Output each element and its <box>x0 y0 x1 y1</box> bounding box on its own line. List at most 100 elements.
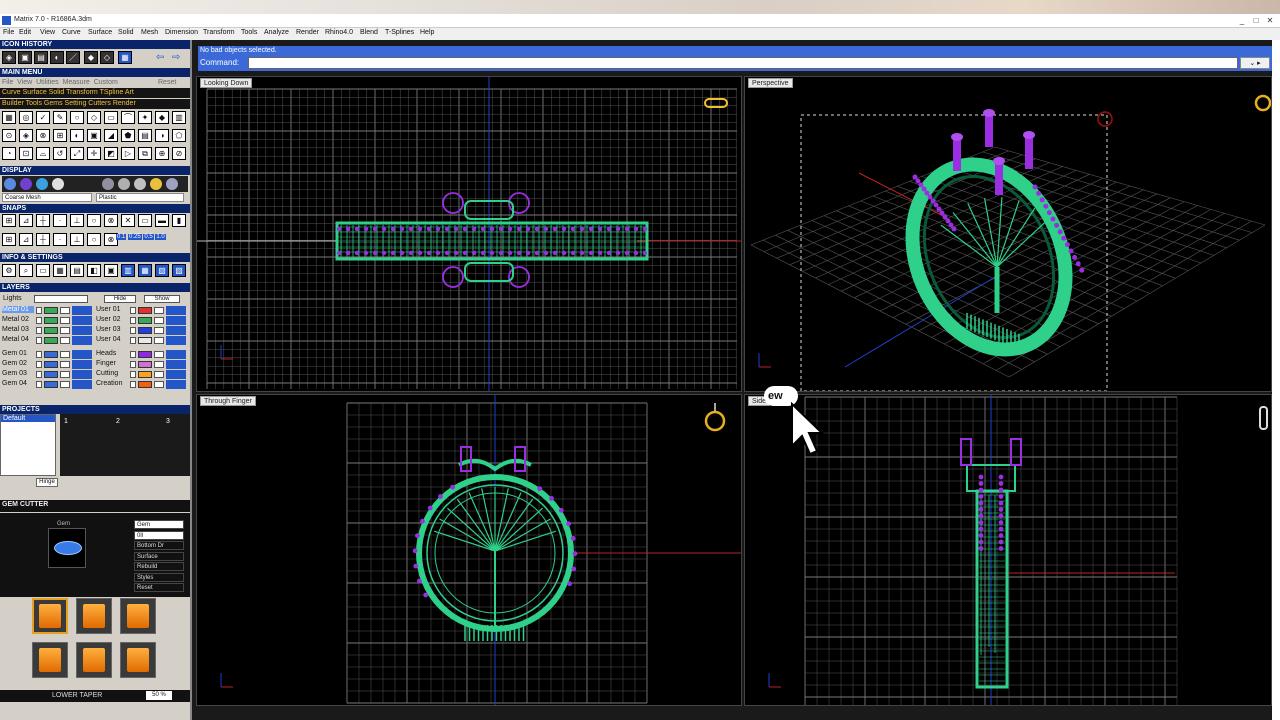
layer-visibility-icon[interactable] <box>166 326 186 335</box>
history-icon-1[interactable]: ◈ <box>2 51 16 64</box>
tool-icon[interactable]: ○ <box>70 111 84 124</box>
layer-row-metal-04[interactable]: Metal 04 <box>2 336 94 345</box>
layer-lock-icon[interactable] <box>60 307 70 314</box>
gold-sphere-icon[interactable] <box>150 178 162 190</box>
layer-name[interactable]: Metal 03 <box>2 326 34 333</box>
tool-icon[interactable]: ⤢ <box>70 147 84 160</box>
layer-name[interactable]: Gem 01 <box>2 350 34 357</box>
wire-sphere-icon[interactable] <box>52 178 64 190</box>
layer-lock-icon[interactable] <box>154 307 164 314</box>
snap-val-4[interactable]: 1.0 <box>155 234 166 240</box>
snap-val-2[interactable]: 0.25 <box>128 234 142 240</box>
history-back-icon[interactable]: ⇦ <box>156 52 164 63</box>
layer-row-cutting[interactable]: Cutting <box>96 370 188 379</box>
layer-row-user-04[interactable]: User 04 <box>96 336 188 345</box>
layer-row-user-01[interactable]: User 01 <box>96 306 188 315</box>
layer-visibility-icon[interactable] <box>166 370 186 379</box>
layer-visibility-icon[interactable] <box>72 316 92 325</box>
cat-curve[interactable]: Curve <box>2 89 21 96</box>
cat-tools[interactable]: Tools <box>26 100 42 107</box>
layer-name[interactable]: Metal 01 <box>2 306 34 313</box>
menu-help[interactable]: Help <box>420 29 434 36</box>
tool-icon[interactable]: ⬠ <box>172 129 186 142</box>
tool-icon[interactable]: ⌒ <box>121 111 135 124</box>
layer-lock-icon[interactable] <box>60 351 70 358</box>
project-slot-1[interactable]: 1 <box>64 418 68 425</box>
layer-lock-icon[interactable] <box>154 381 164 388</box>
layer-visibility-icon[interactable] <box>166 306 186 315</box>
layer-visibility-icon[interactable] <box>72 306 92 315</box>
layer-color-swatch[interactable] <box>138 381 152 388</box>
cat-render[interactable]: Render <box>113 100 136 107</box>
layer-name[interactable]: User 01 <box>96 306 128 313</box>
layer-name[interactable]: User 02 <box>96 316 128 323</box>
layer-toggle[interactable] <box>36 381 42 388</box>
menu-file[interactable]: File <box>3 29 14 36</box>
layer-visibility-icon[interactable] <box>72 350 92 359</box>
layer-toggle[interactable] <box>130 317 136 324</box>
layer-color-swatch[interactable] <box>138 327 152 334</box>
layer-color-swatch[interactable] <box>138 361 152 368</box>
layer-color-swatch[interactable] <box>138 307 152 314</box>
maximize-button[interactable]: □ <box>1250 15 1262 26</box>
layer-name[interactable]: Metal 04 <box>2 336 34 343</box>
menu-blend[interactable]: Blend <box>360 29 378 36</box>
project-default[interactable]: Default <box>1 415 55 422</box>
history-icon-5[interactable]: ／ <box>66 51 80 64</box>
chrome-sphere-icon[interactable] <box>166 178 178 190</box>
snap-icon[interactable]: ○ <box>87 214 101 227</box>
tool-icon[interactable]: ▣ <box>87 129 101 142</box>
viewport-front-label[interactable]: Through Finger <box>200 396 256 406</box>
viewport-perspective-label[interactable]: Perspective <box>748 78 793 88</box>
menu-render[interactable]: Render <box>296 29 319 36</box>
tool-icon[interactable]: ▭ <box>104 111 118 124</box>
tool-icon[interactable]: ⊕ <box>155 147 169 160</box>
snap-icon[interactable]: ⊿ <box>19 233 33 246</box>
menu-dimension[interactable]: Dimension <box>165 29 198 36</box>
layer-visibility-icon[interactable] <box>166 316 186 325</box>
cat-tspline[interactable]: TSpline <box>100 89 124 96</box>
cat-transform[interactable]: Transform <box>66 89 98 96</box>
command-dropdown-button[interactable]: ⌄ ▸ <box>1240 57 1270 69</box>
snap-icon[interactable]: ✕ <box>121 214 135 227</box>
gloss-sphere-icon[interactable] <box>36 178 48 190</box>
tab-file[interactable]: File <box>2 79 13 86</box>
layer-visibility-icon[interactable] <box>166 380 186 389</box>
layer-toggle[interactable] <box>36 351 42 358</box>
cat-surface[interactable]: Surface <box>23 89 47 96</box>
layer-visibility-icon[interactable] <box>72 336 92 345</box>
tool-icon[interactable]: ◎ <box>19 111 33 124</box>
layer-toggle[interactable] <box>36 327 42 334</box>
menu-mesh[interactable]: Mesh <box>141 29 158 36</box>
layer-toggle[interactable] <box>130 337 136 344</box>
menu-rhino40[interactable]: Rhino4.0 <box>325 29 353 36</box>
menu-surface[interactable]: Surface <box>88 29 112 36</box>
hinge-button[interactable]: Hinge <box>36 478 58 487</box>
project-slot-3[interactable]: 3 <box>166 418 170 425</box>
tool-icon[interactable]: ✦ <box>138 111 152 124</box>
gem-taper-tool[interactable] <box>120 642 156 678</box>
gem-field-3[interactable]: Surface <box>134 551 184 561</box>
viewport-front[interactable]: Through Finger <box>196 394 742 706</box>
layer-toggle[interactable] <box>36 307 42 314</box>
snap-icon[interactable]: ┼ <box>36 214 50 227</box>
layer-visibility-icon[interactable] <box>166 350 186 359</box>
layer-name[interactable]: User 04 <box>96 336 128 343</box>
gem-taper-tool[interactable] <box>76 642 112 678</box>
snap-icon[interactable]: · <box>53 233 67 246</box>
render-sphere-icon[interactable] <box>20 178 32 190</box>
tool-icon[interactable]: ⬟ <box>121 129 135 142</box>
info-icon[interactable]: ▣ <box>104 264 118 277</box>
cat-builder[interactable]: Builder <box>2 100 24 107</box>
tool-icon[interactable]: ⊞ <box>53 129 67 142</box>
layer-toggle[interactable] <box>130 361 136 368</box>
tool-icon[interactable]: ◇ <box>87 111 101 124</box>
layer-name[interactable]: Cutting <box>96 370 128 377</box>
layer-toggle[interactable] <box>130 327 136 334</box>
layer-color-swatch[interactable] <box>138 351 152 358</box>
tab-view[interactable]: View <box>17 79 32 86</box>
layer-visibility-icon[interactable] <box>166 360 186 369</box>
tool-icon[interactable]: ↺ <box>53 147 67 160</box>
layer-toggle[interactable] <box>130 307 136 314</box>
viewport-perspective[interactable]: Perspective <box>744 76 1272 392</box>
